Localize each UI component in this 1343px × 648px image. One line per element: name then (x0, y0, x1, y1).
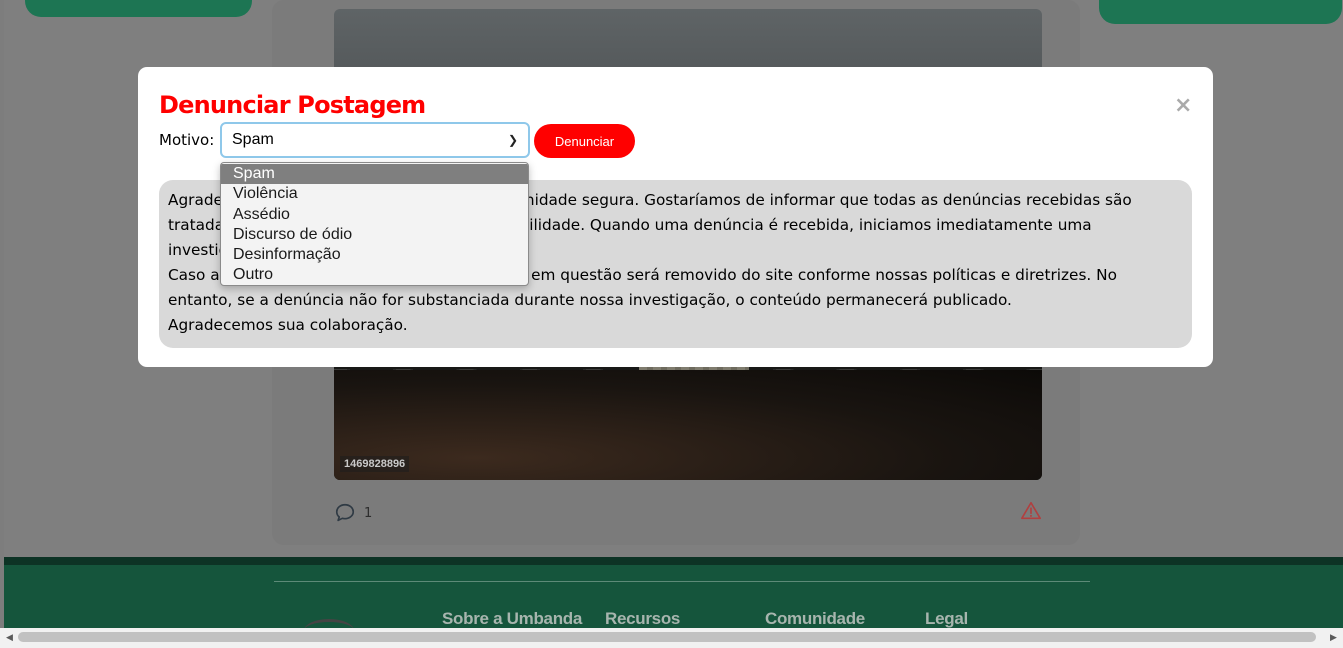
dropdown-option-outro[interactable]: Outro (221, 265, 528, 285)
modal-title: Denunciar Postagem (159, 91, 426, 119)
chevron-down-icon: ❯ (507, 133, 518, 147)
footer-link-legal[interactable]: Legal (925, 609, 968, 629)
dropdown-option-assedio[interactable]: Assédio (221, 205, 528, 225)
warning-icon[interactable] (1020, 500, 1042, 522)
reason-dropdown-list[interactable]: Spam Violência Assédio Discurso de ódio … (220, 162, 529, 286)
dropdown-option-violencia[interactable]: Violência (221, 184, 528, 204)
footer-link-comunidade[interactable]: Comunidade (765, 609, 865, 629)
comment-count: 1 (364, 505, 373, 521)
top-right-button[interactable] (1099, 0, 1342, 24)
dropdown-option-discurso-de-odio[interactable]: Discurso de ódio (221, 225, 528, 245)
info-paragraph: Agradecemos sua colaboração. (168, 316, 408, 334)
report-submit-button[interactable]: Denunciar (534, 124, 635, 158)
reason-label: Motivo: (159, 131, 215, 149)
reason-select[interactable]: Spam ❯ (220, 122, 530, 158)
dropdown-option-spam[interactable]: Spam (221, 164, 528, 185)
close-icon[interactable]: × (1174, 95, 1192, 117)
dropdown-option-desinformacao[interactable]: Desinformação (221, 245, 528, 265)
reason-select-value: Spam (232, 131, 274, 148)
footer-link-recursos[interactable]: Recursos (605, 609, 680, 629)
comment-icon (335, 503, 355, 522)
footer-link-sobre[interactable]: Sobre a Umbanda (442, 609, 582, 629)
comment-button[interactable]: 1 (334, 502, 372, 524)
top-left-button[interactable] (25, 0, 252, 17)
scroll-left-icon[interactable]: ◀ (6, 633, 13, 643)
photo-id-label: 1469828896 (340, 456, 410, 472)
scroll-right-icon[interactable]: ▶ (1330, 633, 1337, 643)
horizontal-scrollbar[interactable]: ◀ ▶ (0, 628, 1343, 648)
scrollbar-thumb[interactable] (18, 632, 1316, 642)
